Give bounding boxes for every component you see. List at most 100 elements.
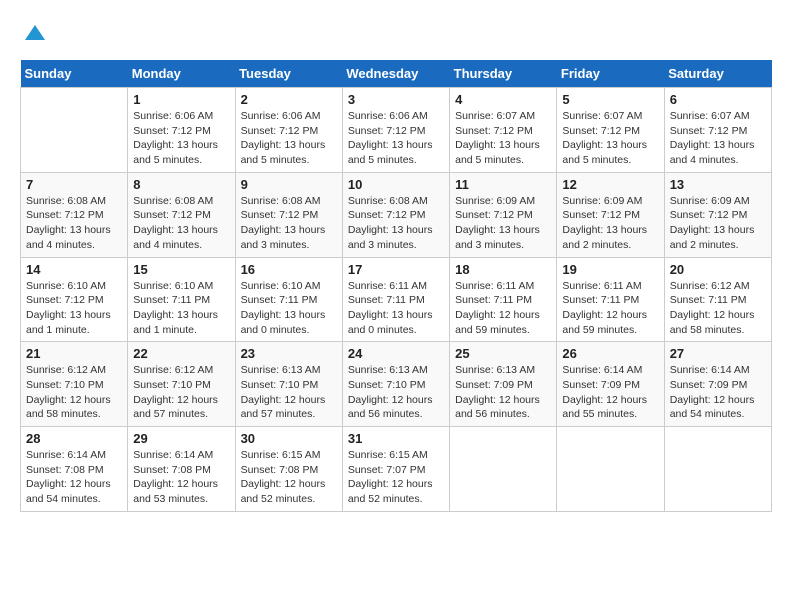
day-number: 31	[348, 431, 444, 446]
day-cell: 18 Sunrise: 6:11 AMSunset: 7:11 PMDayligh…	[450, 257, 557, 342]
day-info: Sunrise: 6:12 AMSunset: 7:10 PMDaylight:…	[133, 363, 229, 422]
day-cell: 22 Sunrise: 6:12 AMSunset: 7:10 PMDayligh…	[128, 342, 235, 427]
day-number: 7	[26, 177, 122, 192]
day-info: Sunrise: 6:06 AMSunset: 7:12 PMDaylight:…	[348, 109, 444, 168]
day-number: 3	[348, 92, 444, 107]
day-header-wednesday: Wednesday	[342, 60, 449, 88]
week-row-4: 21 Sunrise: 6:12 AMSunset: 7:10 PMDayligh…	[21, 342, 772, 427]
day-number: 29	[133, 431, 229, 446]
day-header-saturday: Saturday	[664, 60, 771, 88]
day-header-monday: Monday	[128, 60, 235, 88]
day-cell: 31Sunrise: 6:15 AMSunset: 7:07 PMDayligh…	[342, 427, 449, 512]
day-cell: 9 Sunrise: 6:08 AMSunset: 7:12 PMDaylight…	[235, 172, 342, 257]
day-cell: 21 Sunrise: 6:12 AMSunset: 7:10 PMDayligh…	[21, 342, 128, 427]
day-cell: 11 Sunrise: 6:09 AMSunset: 7:12 PMDayligh…	[450, 172, 557, 257]
day-number: 30	[241, 431, 337, 446]
day-info: Sunrise: 6:11 AMSunset: 7:11 PMDaylight:…	[562, 279, 658, 338]
day-number: 5	[562, 92, 658, 107]
day-info: Sunrise: 6:09 AMSunset: 7:12 PMDaylight:…	[562, 194, 658, 253]
day-number: 28	[26, 431, 122, 446]
day-header-thursday: Thursday	[450, 60, 557, 88]
day-info: Sunrise: 6:12 AMSunset: 7:10 PMDaylight:…	[26, 363, 122, 422]
day-cell: 20 Sunrise: 6:12 AMSunset: 7:11 PMDayligh…	[664, 257, 771, 342]
day-cell: 24 Sunrise: 6:13 AMSunset: 7:10 PMDayligh…	[342, 342, 449, 427]
day-info: Sunrise: 6:10 AMSunset: 7:11 PMDaylight:…	[133, 279, 229, 338]
day-cell: 14 Sunrise: 6:10 AMSunset: 7:12 PMDayligh…	[21, 257, 128, 342]
day-cell: 26 Sunrise: 6:14 AMSunset: 7:09 PMDayligh…	[557, 342, 664, 427]
day-number: 22	[133, 346, 229, 361]
day-number: 4	[455, 92, 551, 107]
day-info: Sunrise: 6:11 AMSunset: 7:11 PMDaylight:…	[348, 279, 444, 338]
day-number: 9	[241, 177, 337, 192]
calendar-table: SundayMondayTuesdayWednesdayThursdayFrid…	[20, 60, 772, 512]
header-row: SundayMondayTuesdayWednesdayThursdayFrid…	[21, 60, 772, 88]
day-header-sunday: Sunday	[21, 60, 128, 88]
day-number: 17	[348, 262, 444, 277]
day-cell: 23 Sunrise: 6:13 AMSunset: 7:10 PMDayligh…	[235, 342, 342, 427]
day-info: Sunrise: 6:14 AMSunset: 7:08 PMDaylight:…	[26, 448, 122, 507]
day-number: 26	[562, 346, 658, 361]
day-cell: 12 Sunrise: 6:09 AMSunset: 7:12 PMDayligh…	[557, 172, 664, 257]
week-row-3: 14 Sunrise: 6:10 AMSunset: 7:12 PMDayligh…	[21, 257, 772, 342]
day-cell	[557, 427, 664, 512]
day-number: 1	[133, 92, 229, 107]
day-info: Sunrise: 6:13 AMSunset: 7:10 PMDaylight:…	[348, 363, 444, 422]
day-number: 20	[670, 262, 766, 277]
day-number: 14	[26, 262, 122, 277]
day-cell: 16Sunrise: 6:10 AMSunset: 7:11 PMDayligh…	[235, 257, 342, 342]
day-number: 24	[348, 346, 444, 361]
day-cell: 3 Sunrise: 6:06 AMSunset: 7:12 PMDaylight…	[342, 88, 449, 173]
day-number: 15	[133, 262, 229, 277]
day-cell: 30 Sunrise: 6:15 AMSunset: 7:08 PMDayligh…	[235, 427, 342, 512]
day-info: Sunrise: 6:12 AMSunset: 7:11 PMDaylight:…	[670, 279, 766, 338]
day-cell	[450, 427, 557, 512]
day-number: 18	[455, 262, 551, 277]
day-number: 21	[26, 346, 122, 361]
week-row-1: 1 Sunrise: 6:06 AMSunset: 7:12 PMDaylight…	[21, 88, 772, 173]
week-row-2: 7 Sunrise: 6:08 AMSunset: 7:12 PMDaylight…	[21, 172, 772, 257]
day-info: Sunrise: 6:10 AMSunset: 7:12 PMDaylight:…	[26, 279, 122, 338]
day-number: 12	[562, 177, 658, 192]
day-number: 13	[670, 177, 766, 192]
day-info: Sunrise: 6:13 AMSunset: 7:09 PMDaylight:…	[455, 363, 551, 422]
day-header-friday: Friday	[557, 60, 664, 88]
day-info: Sunrise: 6:08 AMSunset: 7:12 PMDaylight:…	[348, 194, 444, 253]
day-info: Sunrise: 6:13 AMSunset: 7:10 PMDaylight:…	[241, 363, 337, 422]
day-info: Sunrise: 6:08 AMSunset: 7:12 PMDaylight:…	[26, 194, 122, 253]
day-info: Sunrise: 6:06 AMSunset: 7:12 PMDaylight:…	[241, 109, 337, 168]
day-number: 6	[670, 92, 766, 107]
day-cell: 6 Sunrise: 6:07 AMSunset: 7:12 PMDaylight…	[664, 88, 771, 173]
day-number: 23	[241, 346, 337, 361]
day-number: 25	[455, 346, 551, 361]
day-cell: 5 Sunrise: 6:07 AMSunset: 7:12 PMDaylight…	[557, 88, 664, 173]
day-info: Sunrise: 6:14 AMSunset: 7:09 PMDaylight:…	[670, 363, 766, 422]
day-info: Sunrise: 6:08 AMSunset: 7:12 PMDaylight:…	[133, 194, 229, 253]
logo-icon	[20, 20, 50, 50]
day-cell	[664, 427, 771, 512]
day-number: 27	[670, 346, 766, 361]
day-info: Sunrise: 6:07 AMSunset: 7:12 PMDaylight:…	[562, 109, 658, 168]
day-info: Sunrise: 6:14 AMSunset: 7:08 PMDaylight:…	[133, 448, 229, 507]
day-number: 11	[455, 177, 551, 192]
page-header	[20, 20, 772, 50]
day-cell: 29 Sunrise: 6:14 AMSunset: 7:08 PMDayligh…	[128, 427, 235, 512]
day-cell: 28 Sunrise: 6:14 AMSunset: 7:08 PMDayligh…	[21, 427, 128, 512]
day-cell: 27 Sunrise: 6:14 AMSunset: 7:09 PMDayligh…	[664, 342, 771, 427]
day-cell: 25 Sunrise: 6:13 AMSunset: 7:09 PMDayligh…	[450, 342, 557, 427]
day-number: 8	[133, 177, 229, 192]
day-number: 19	[562, 262, 658, 277]
day-info: Sunrise: 6:11 AMSunset: 7:11 PMDaylight:…	[455, 279, 551, 338]
day-cell: 1Sunrise: 6:06 AMSunset: 7:12 PMDaylight…	[128, 88, 235, 173]
day-info: Sunrise: 6:15 AMSunset: 7:08 PMDaylight:…	[241, 448, 337, 507]
day-info: Sunrise: 6:14 AMSunset: 7:09 PMDaylight:…	[562, 363, 658, 422]
day-number: 10	[348, 177, 444, 192]
day-header-tuesday: Tuesday	[235, 60, 342, 88]
logo	[20, 20, 54, 50]
day-cell: 8 Sunrise: 6:08 AMSunset: 7:12 PMDaylight…	[128, 172, 235, 257]
day-info: Sunrise: 6:09 AMSunset: 7:12 PMDaylight:…	[670, 194, 766, 253]
day-info: Sunrise: 6:08 AMSunset: 7:12 PMDaylight:…	[241, 194, 337, 253]
day-info: Sunrise: 6:07 AMSunset: 7:12 PMDaylight:…	[670, 109, 766, 168]
day-info: Sunrise: 6:10 AMSunset: 7:11 PMDaylight:…	[241, 279, 337, 338]
day-info: Sunrise: 6:09 AMSunset: 7:12 PMDaylight:…	[455, 194, 551, 253]
week-row-5: 28 Sunrise: 6:14 AMSunset: 7:08 PMDayligh…	[21, 427, 772, 512]
